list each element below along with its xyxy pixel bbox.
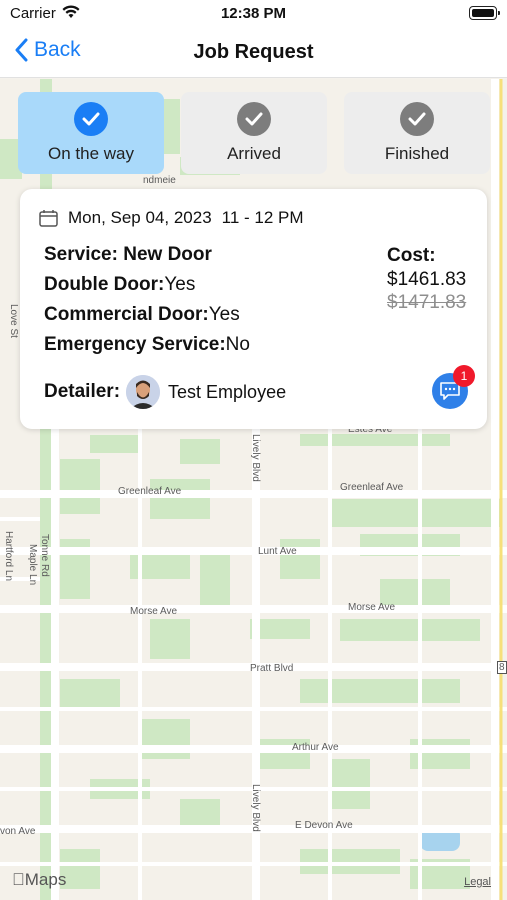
commercial-door-label: Commercial Door: — [44, 304, 209, 325]
appointment-date: Mon, Sep 04, 2023 — [68, 208, 212, 227]
emergency-service-label: Emergency Service: — [44, 334, 226, 355]
cost-value: $1461.83 — [387, 269, 467, 290]
street-label: Lively Blvd — [250, 434, 261, 482]
detailer-row: Detailer: Test Employee — [44, 375, 286, 409]
street-label: ndmeie — [143, 175, 176, 186]
status-bar: Carrier 12:38 PM — [0, 0, 507, 30]
emergency-service-value: No — [225, 334, 250, 355]
step-label: Arrived — [227, 144, 281, 163]
street-label: Maple Ln — [27, 544, 38, 586]
commercial-door-row: Commercial Door:Yes — [44, 304, 240, 326]
street-label: Lunt Ave — [258, 546, 297, 557]
checkmark-icon — [237, 102, 271, 136]
street-label: Hartford Ln — [3, 531, 14, 582]
emergency-service-row: Emergency Service:No — [44, 334, 250, 356]
street-label: Love St — [8, 304, 19, 338]
cost-label: Cost: — [387, 245, 436, 266]
appointment-time: 11 - 12 PM — [221, 208, 304, 227]
step-finished[interactable]: Finished — [344, 92, 490, 174]
service-row: Service: New Door — [44, 244, 212, 266]
double-door-row: Double Door:Yes — [44, 274, 195, 296]
navigation-bar: Back Job Request — [0, 30, 507, 78]
job-status-steps: On the way Arrived Finished — [18, 92, 490, 174]
page-title: Job Request — [193, 41, 314, 63]
legal-link[interactable]: Legal — [464, 876, 491, 888]
commercial-door-value: Yes — [208, 304, 240, 325]
checkmark-icon — [74, 102, 108, 136]
original-cost-value: $1471.83 — [387, 292, 467, 313]
clock: 12:38 PM — [220, 5, 287, 22]
battery-icon — [469, 6, 500, 20]
street-label: Lively Blvd — [250, 784, 261, 832]
job-details-card: Mon, Sep 04, 2023 11 - 12 PM Service: Ne… — [20, 189, 487, 429]
street-label: Arthur Ave — [292, 742, 339, 753]
apple-maps-logo: Maps — [12, 870, 66, 889]
street-label: E Devon Ave — [295, 820, 353, 831]
appointment-date-row: Mon, Sep 04, 2023 11 - 12 PM — [39, 208, 304, 228]
step-label: On the way — [48, 144, 134, 163]
avatar — [126, 375, 161, 409]
service-value: New Door — [123, 244, 212, 265]
calendar-icon — [39, 210, 58, 227]
street-label: Morse Ave — [130, 606, 178, 617]
detailer-label: Detailer: — [44, 381, 121, 402]
street-label: Pratt Blvd — [250, 663, 294, 674]
unread-badge: 1 — [453, 365, 475, 387]
checkmark-icon — [400, 102, 434, 136]
street-label: Greenleaf Ave — [118, 486, 182, 497]
service-label: Service: — [44, 244, 118, 265]
street-label: Morse Ave — [348, 602, 396, 613]
step-on-the-way[interactable]: On the way — [18, 92, 164, 174]
double-door-value: Yes — [164, 274, 196, 295]
street-label: Greenleaf Ave — [340, 482, 404, 493]
route-shield: 8 — [497, 661, 507, 674]
street-label: Tonne Rd — [39, 534, 50, 577]
double-door-label: Double Door: — [44, 274, 165, 295]
detailer-name: Test Employee — [168, 381, 287, 402]
step-label: Finished — [384, 144, 450, 163]
street-label: von Ave — [0, 826, 36, 837]
step-arrived[interactable]: Arrived — [181, 92, 327, 174]
